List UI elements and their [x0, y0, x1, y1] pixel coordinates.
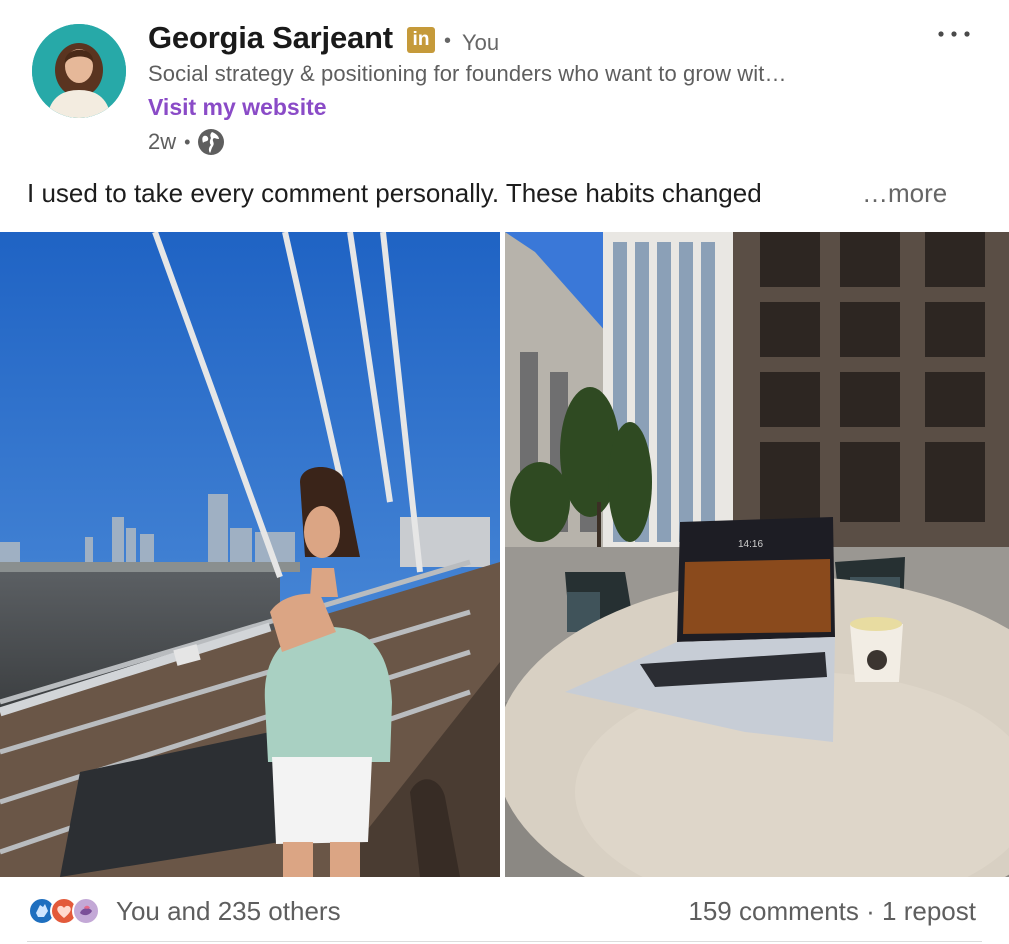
reaction-icons[interactable]	[28, 895, 104, 927]
laptop-time: 14:16	[738, 539, 763, 550]
reposts-count[interactable]: 1 repost	[882, 896, 976, 926]
post-time: 2w	[148, 129, 177, 154]
avatar-photo	[32, 24, 126, 118]
photo-woman-on-bridge	[0, 232, 500, 877]
post-image-2[interactable]: 14:16	[505, 232, 1009, 877]
engagement-counts: 159 comments · 1 repost	[688, 896, 976, 927]
author-avatar[interactable]	[32, 24, 126, 118]
linkedin-premium-icon: in	[407, 27, 435, 53]
ellipsis-icon	[938, 31, 970, 37]
reactions-summary[interactable]: You and 235 others	[116, 896, 341, 927]
connection-degree: You	[462, 30, 500, 55]
name-separator: •	[444, 30, 452, 52]
support-icon	[72, 897, 100, 925]
comments-count[interactable]: 159 comments	[688, 896, 859, 926]
engagement-separator: ·	[866, 896, 875, 926]
more-options-button[interactable]	[934, 16, 974, 52]
visit-website-link[interactable]: Visit my website	[148, 94, 327, 121]
author-name[interactable]: Georgia Sarjeant	[148, 20, 393, 56]
photo-laptop-on-table: 14:16	[505, 232, 1009, 877]
see-more-button[interactable]: …more	[862, 178, 947, 209]
post-meta: 2w •	[148, 128, 225, 156]
divider	[27, 941, 982, 942]
author-headline: Social strategy & positioning for founde…	[148, 61, 787, 86]
post-image-1[interactable]	[0, 232, 500, 877]
globe-icon	[198, 129, 225, 155]
post-text: I used to take every comment personally.…	[27, 178, 762, 208]
meta-separator: •	[184, 131, 191, 152]
